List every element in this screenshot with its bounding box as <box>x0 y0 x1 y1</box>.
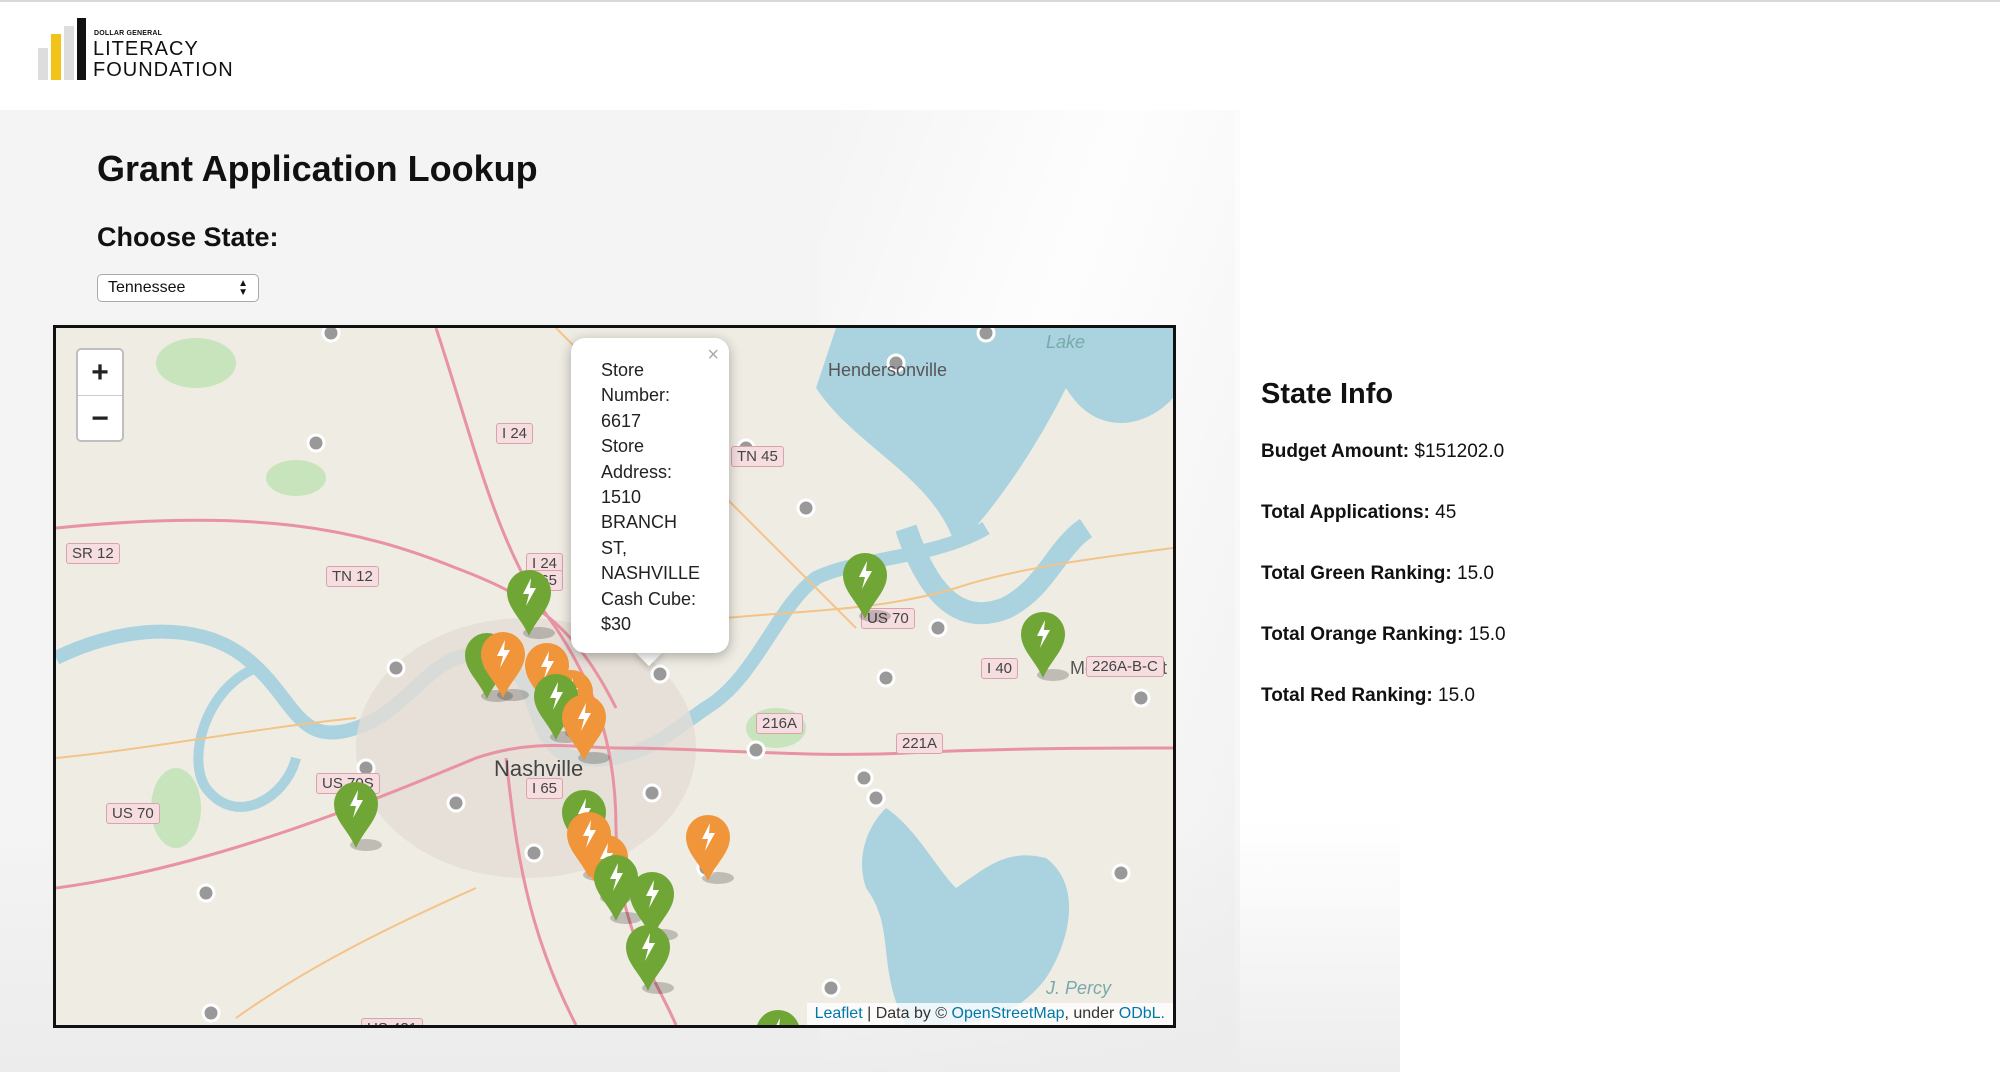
popup-line: Store <box>601 360 645 380</box>
state-info-value: 15.0 <box>1432 685 1475 706</box>
map-marker-icon[interactable] <box>756 1010 804 1025</box>
logo-small-text: DOLLAR GENERAL <box>94 30 163 37</box>
attribution-text-1: | Data by © <box>862 1005 952 1022</box>
attribution-text-2: , under <box>1064 1005 1119 1022</box>
map-marker-icon[interactable] <box>507 570 555 639</box>
state-info-title: State Info <box>1261 378 1394 410</box>
state-info-label: Budget Amount: <box>1261 441 1410 462</box>
leaflet-link[interactable]: Leaflet <box>815 1005 863 1022</box>
top-rule <box>0 0 2000 2</box>
state-info-rows: Budget Amount: $151202.0 Total Applicatio… <box>1261 441 1506 709</box>
choose-state-label: Choose State: <box>97 222 279 252</box>
store-popup: × Store Number: 6617 Store Address: 1510 BRANC… <box>571 338 729 653</box>
map-marker-icon[interactable] <box>562 695 610 764</box>
logo-bars-icon <box>38 18 86 80</box>
logo-line1: LITERACY <box>93 38 199 60</box>
state-info-label: Total Red Ranking: <box>1261 685 1433 706</box>
popup-line: Number: <box>601 385 671 406</box>
map-marker-icon[interactable] <box>686 815 734 884</box>
state-info-row: Total Applications: 45 <box>1261 502 1506 526</box>
state-info-label: Total Orange Ranking: <box>1261 624 1464 645</box>
popup-line: Cash Cube: <box>601 588 697 609</box>
zoom-control: + − <box>76 348 124 442</box>
state-info-row: Total Green Ranking: 15.0 <box>1261 563 1506 587</box>
state-info-row: Total Orange Ranking: 15.0 <box>1261 624 1506 648</box>
map[interactable]: Nashville Hendersonville Mount Juliet La… <box>53 325 1176 1028</box>
odbl-link[interactable]: ODbL. <box>1119 1005 1165 1022</box>
popup-content: Store Number: 6617 Store Address: 1510 BRANCH S… <box>601 358 709 637</box>
select-arrows-icon: ▲ ▼ <box>238 278 248 298</box>
state-info-row: Total Red Ranking: 15.0 <box>1261 685 1506 709</box>
popup-line: Address: <box>601 461 673 482</box>
popup-line: ST, <box>601 537 628 558</box>
state-info-row: Budget Amount: $151202.0 <box>1261 441 1506 465</box>
popup-line: NASHVILLE <box>601 563 701 584</box>
popup-close-button[interactable]: × <box>707 344 719 367</box>
popup-line: 6617 <box>601 410 642 431</box>
state-info-label: Total Green Ranking: <box>1261 563 1452 584</box>
state-info-value: 45 <box>1429 502 1457 523</box>
logo-line2: FOUNDATION <box>93 59 234 81</box>
state-info-value: $151202.0 <box>1409 441 1505 462</box>
state-info-label: Total Applications: <box>1261 502 1430 523</box>
zoom-in-button[interactable]: + <box>78 350 122 395</box>
header: DOLLAR GENERAL LITERACY FOUNDATION <box>0 0 2000 110</box>
state-select-value: Tennessee <box>108 279 186 296</box>
map-marker-icon[interactable] <box>843 553 891 622</box>
state-info-value: 15.0 <box>1463 624 1506 645</box>
map-marker-icon[interactable] <box>1021 612 1069 681</box>
popup-line: Store <box>601 436 645 457</box>
state-info-panel: State Info Budget Amount: $151202.0 Total… <box>1261 378 1506 746</box>
state-info-value: 15.0 <box>1451 563 1494 584</box>
map-attribution: Leaflet | Data by © OpenStreetMap, under… <box>806 1003 1173 1025</box>
popup-line: 1510 <box>601 487 642 508</box>
popup-line: $30 <box>601 614 632 635</box>
zoom-out-button[interactable]: − <box>78 396 122 441</box>
popup-line: BRANCH <box>601 512 678 533</box>
state-select[interactable]: Tennessee ▲ ▼ <box>97 274 259 302</box>
osm-link[interactable]: OpenStreetMap <box>952 1005 1065 1022</box>
map-marker-icon[interactable] <box>334 782 382 851</box>
logo[interactable]: DOLLAR GENERAL LITERACY FOUNDATION <box>36 18 246 84</box>
page-title: Grant Application Lookup <box>97 148 538 189</box>
